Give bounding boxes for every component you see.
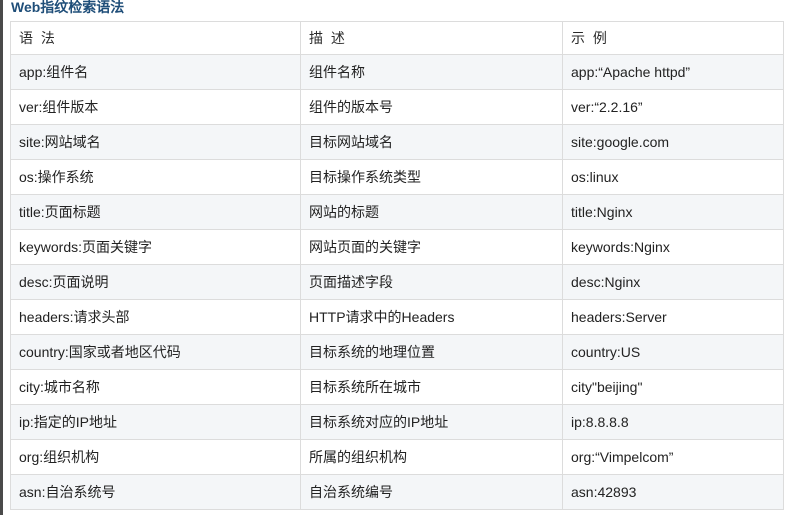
cell-syntax: ver:组件版本 [10,89,301,125]
cell-syntax: headers:请求头部 [10,299,301,335]
header-description: 描 述 [300,21,563,55]
cell-syntax: keywords:页面关键字 [10,229,301,265]
syntax-table-container: 语 法 描 述 示 例 app:组件名 组件名称 app:“Apache htt… [10,21,784,510]
cell-description: 目标系统的地理位置 [300,334,563,370]
table-row: headers:请求头部 HTTP请求中的Headers headers:Ser… [10,299,784,335]
table-row: keywords:页面关键字 网站页面的关键字 keywords:Nginx [10,229,784,265]
cell-syntax: desc:页面说明 [10,264,301,300]
cell-example: asn:42893 [562,474,784,510]
cell-example: app:“Apache httpd” [562,54,784,90]
cell-description: 目标网站域名 [300,124,563,160]
cell-description: 目标操作系统类型 [300,159,563,195]
cell-syntax: country:国家或者地区代码 [10,334,301,370]
cell-description: 页面描述字段 [300,264,563,300]
table-row: title:页面标题 网站的标题 title:Nginx [10,194,784,230]
cell-syntax: city:城市名称 [10,369,301,405]
cell-example: keywords:Nginx [562,229,784,265]
table-row: city:城市名称 目标系统所在城市 city"beijing" [10,369,784,405]
header-example: 示 例 [562,21,784,55]
cell-description: HTTP请求中的Headers [300,299,563,335]
cell-example: ip:8.8.8.8 [562,404,784,440]
cell-description: 组件名称 [300,54,563,90]
cell-example: ver:“2.2.16” [562,89,784,125]
table-row: ip:指定的IP地址 目标系统对应的IP地址 ip:8.8.8.8 [10,404,784,440]
cell-syntax: title:页面标题 [10,194,301,230]
cell-syntax: ip:指定的IP地址 [10,404,301,440]
table-body: app:组件名 组件名称 app:“Apache httpd” ver:组件版本… [10,54,784,510]
table-row: desc:页面说明 页面描述字段 desc:Nginx [10,264,784,300]
cell-description: 网站的标题 [300,194,563,230]
syntax-table: 语 法 描 述 示 例 app:组件名 组件名称 app:“Apache htt… [10,21,784,510]
table-row: app:组件名 组件名称 app:“Apache httpd” [10,54,784,90]
left-border-rule [0,0,3,515]
cell-description: 组件的版本号 [300,89,563,125]
cell-example: title:Nginx [562,194,784,230]
cell-description: 目标系统对应的IP地址 [300,404,563,440]
cell-example: os:linux [562,159,784,195]
cell-syntax: asn:自治系统号 [10,474,301,510]
cell-example: city"beijing" [562,369,784,405]
cell-syntax: os:操作系统 [10,159,301,195]
cell-syntax: org:组织机构 [10,439,301,475]
table-row: site:网站域名 目标网站域名 site:google.com [10,124,784,160]
cell-description: 所属的组织机构 [300,439,563,475]
cell-example: site:google.com [562,124,784,160]
cell-description: 目标系统所在城市 [300,369,563,405]
cell-syntax: app:组件名 [10,54,301,90]
header-row: 语 法 描 述 示 例 [10,21,784,55]
header-syntax: 语 法 [10,21,301,55]
cell-description: 网站页面的关键字 [300,229,563,265]
table-row: asn:自治系统号 自治系统编号 asn:42893 [10,474,784,510]
table-row: os:操作系统 目标操作系统类型 os:linux [10,159,784,195]
cell-syntax: site:网站域名 [10,124,301,160]
cell-example: org:“Vimpelcom” [562,439,784,475]
cell-description: 自治系统编号 [300,474,563,510]
table-row: ver:组件版本 组件的版本号 ver:“2.2.16” [10,89,784,125]
table-row: org:组织机构 所属的组织机构 org:“Vimpelcom” [10,439,784,475]
table-row: country:国家或者地区代码 目标系统的地理位置 country:US [10,334,784,370]
cell-example: desc:Nginx [562,264,784,300]
table-header: 语 法 描 述 示 例 [10,21,784,55]
cell-example: country:US [562,334,784,370]
section-title: Web指纹检索语法 [11,0,125,15]
cell-example: headers:Server [562,299,784,335]
